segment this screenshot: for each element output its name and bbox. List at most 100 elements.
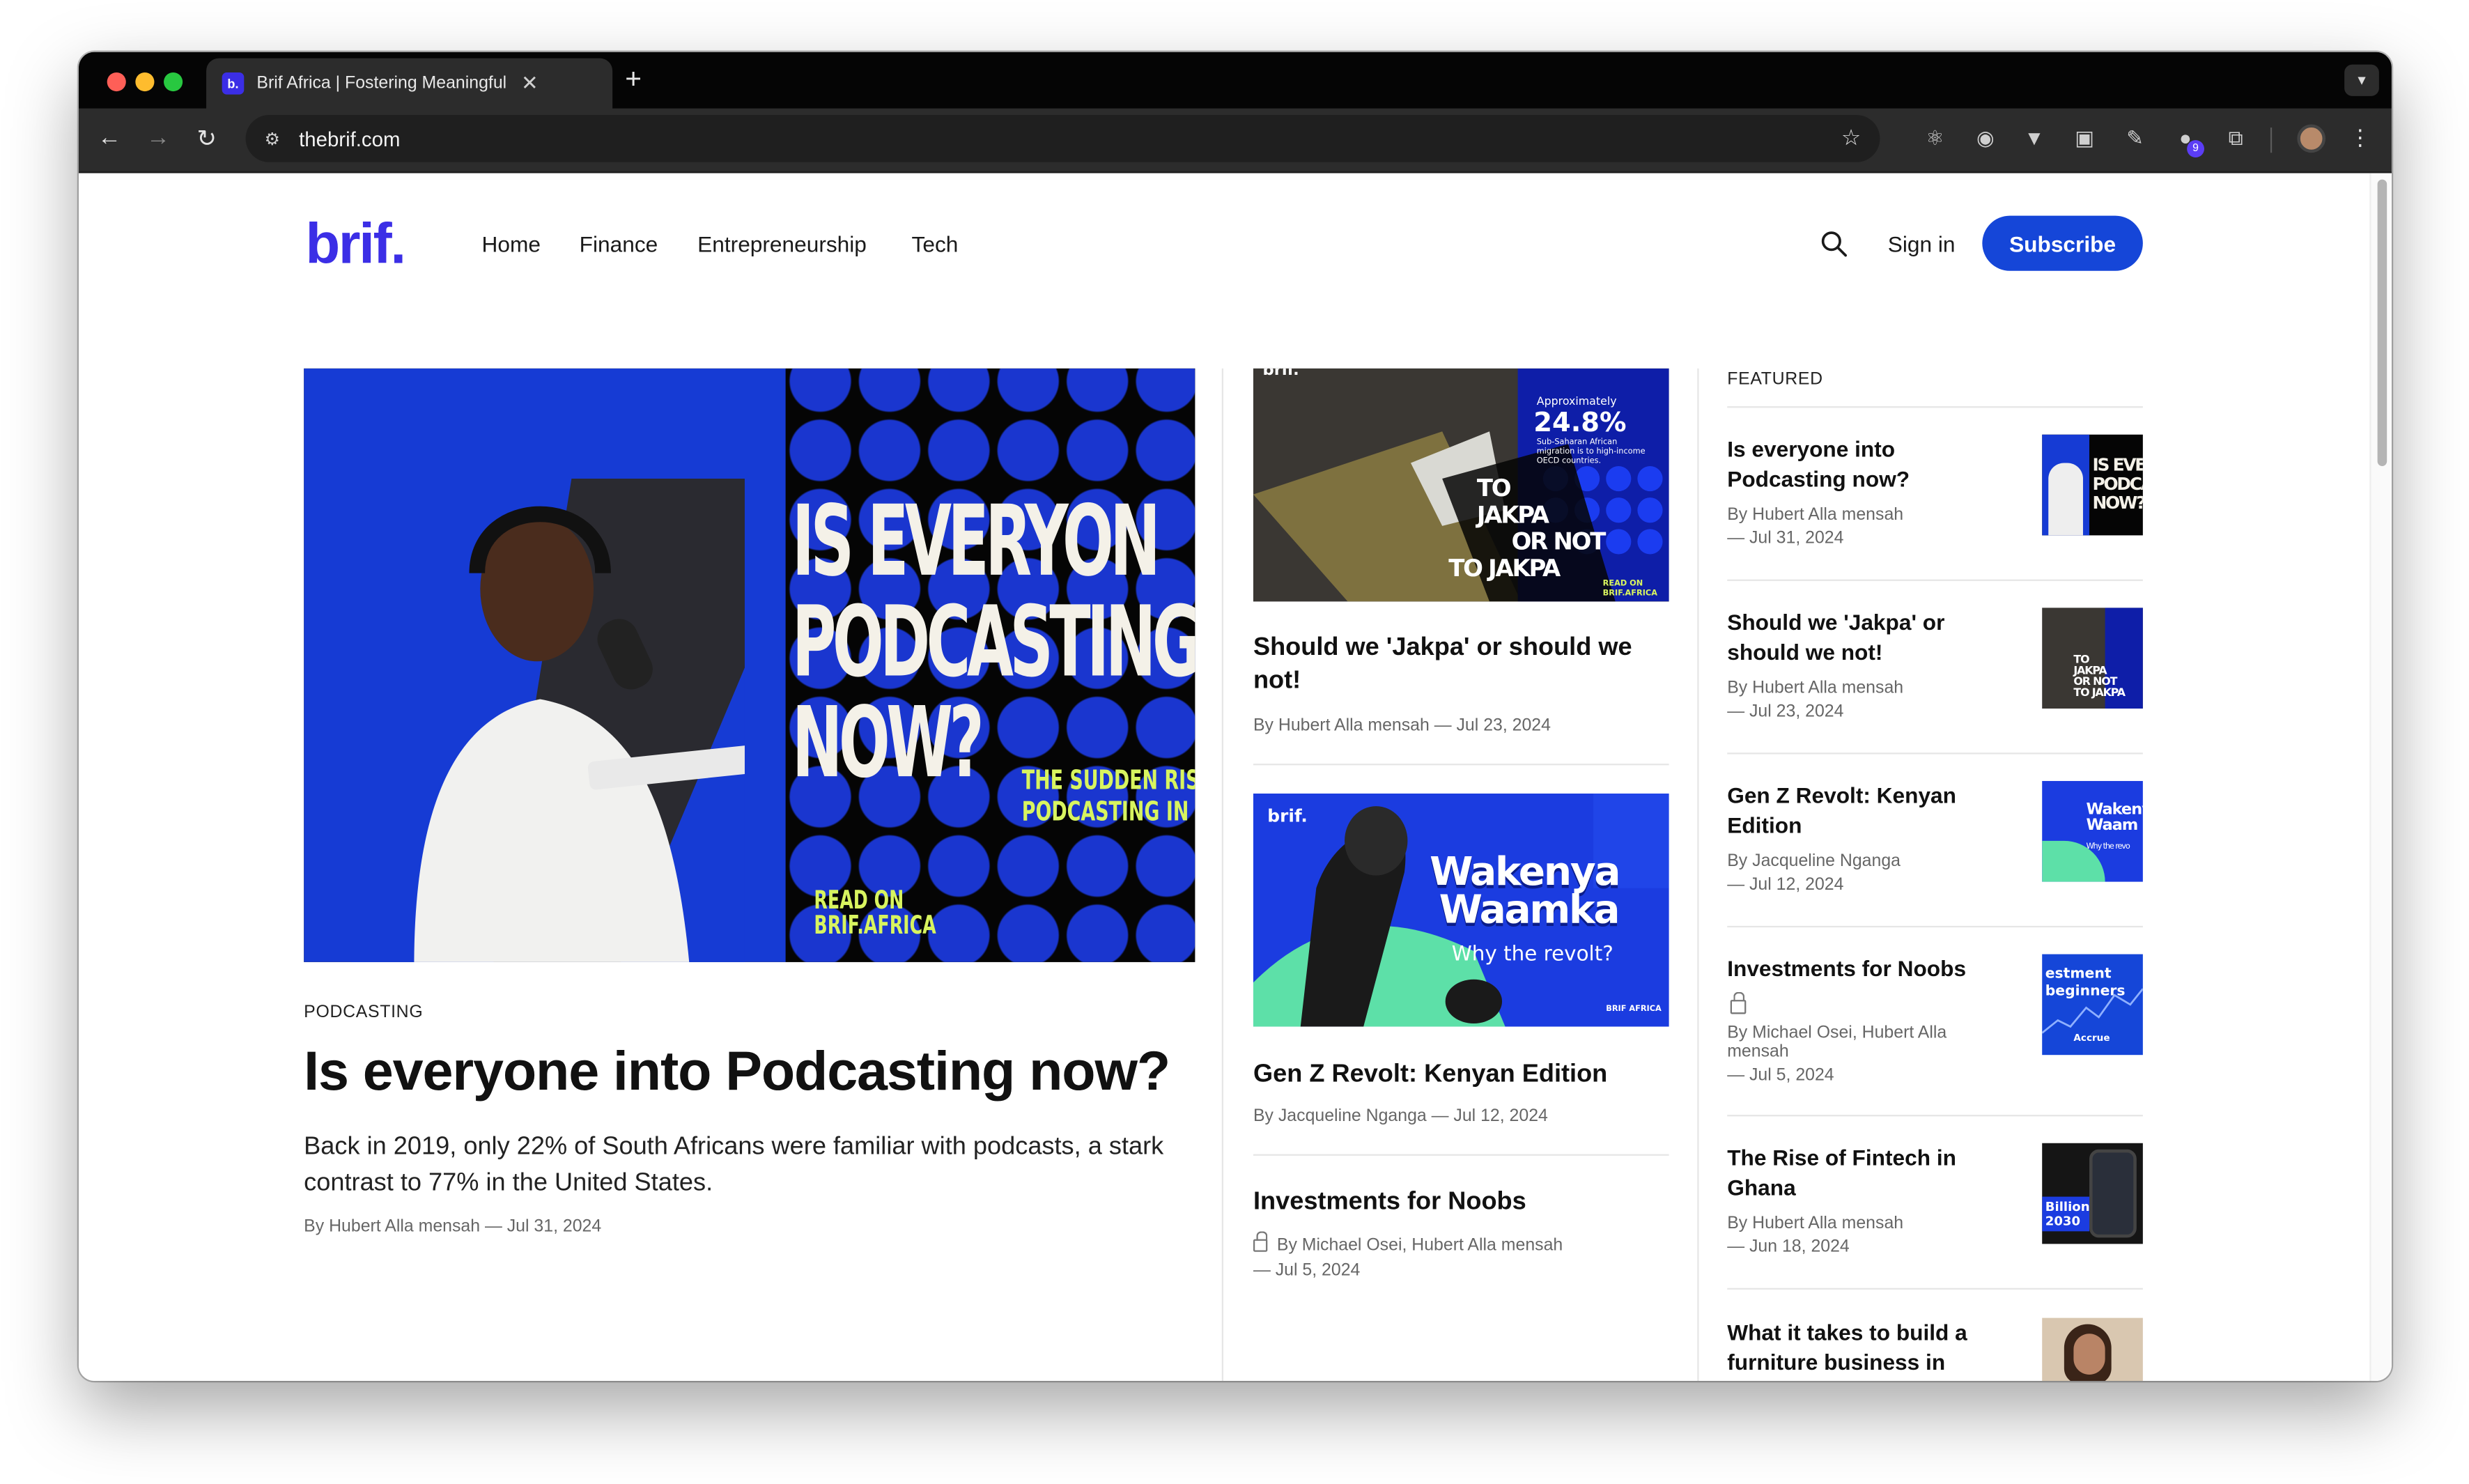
favicon-icon: b. [222,72,245,95]
thumb-line: NOW? [2092,493,2143,513]
thumb-line: beginners [2045,984,2126,1000]
featured-divider [1727,579,2143,581]
thumb-line: Wakeny [2086,801,2143,819]
card-image-approx: Approximately [1536,395,1617,408]
nav-tech[interactable]: Tech [912,231,959,256]
featured-divider [1727,752,2143,755]
hero-graphic-panel: IS EVERYON PODCASTING NOW? THE SUDDEN RI… [785,368,1195,962]
thumb-headline: Wakeny Waam Why the revo [2086,801,2143,856]
hero-image-headline-line: PODCASTING [791,584,1195,700]
thumb-headline: IS EVER PODCAS NOW? [2093,456,2143,513]
featured-divider [1727,1115,2143,1117]
lock-icon [1730,991,1747,1014]
featured-title[interactable]: Should we 'Jakpa' or should we not! [1727,608,2011,667]
card-title-genz[interactable]: Gen Z Revolt: Kenyan Edition [1253,1058,1672,1091]
reload-icon[interactable]: ↻ [197,125,217,153]
sign-in-link[interactable]: Sign in [1888,231,1956,256]
profile-avatar[interactable] [2297,124,2326,153]
card-meta-jakpa: By Hubert Alla mensah — Jul 23, 2024 [1253,716,1551,736]
featured-thumbnail[interactable]: Billion 2030 [2042,1143,2143,1244]
featured-thumbnail[interactable]: estment beginners Accrue [2042,954,2143,1056]
featured-title[interactable]: What it takes to build a furniture busin… [1727,1318,2011,1378]
scrollbar-thumb[interactable] [2377,179,2387,466]
card-title-jakpa[interactable]: Should we 'Jakpa' or should we not! [1253,631,1672,697]
thumb-person [2048,463,2083,536]
thumb-line: Why the revo [2086,842,2130,852]
page-viewport: brif. Home Finance Entrepreneurship Tech… [79,173,2392,1382]
address-bar[interactable]: ⚙ thebrif.com ☆ [245,114,1880,162]
featured-date: — Jul 31, 2024 [1727,529,1844,548]
maximize-window-button[interactable] [164,72,183,92]
close-tab-icon[interactable]: ✕ [521,71,539,96]
screenshot-stage: b. Brif Africa | Fostering Meaningful ✕ … [0,0,2469,1480]
close-window-button[interactable] [107,72,126,92]
featured-title[interactable]: Gen Z Revolt: Kenyan Edition [1727,781,2011,841]
nav-finance[interactable]: Finance [580,231,658,256]
tab-title: Brif Africa | Fostering Meaningful [256,74,506,93]
tab-bar: b. Brif Africa | Fostering Meaningful ✕ … [79,52,2392,109]
card-image-genz[interactable]: brif. Wakenya Waamka Why the revolt? BRI… [1253,794,1669,1027]
search-icon[interactable] [1820,230,1849,258]
card-divider [1253,1154,1669,1156]
badge-extension-icon[interactable]: ● 9 [2173,126,2204,157]
thumb-person-face [2073,1334,2105,1375]
featured-meta: By Hubert Alla mensah — Jul 23, 2024 [1727,677,1995,725]
minimize-window-button[interactable] [135,72,155,92]
site-info-icon[interactable]: ⚙ [265,128,280,148]
extension-icon[interactable]: ◉ [1973,126,1998,151]
featured-meta: By Hubert Alla mensah — Jun 18, 2024 [1727,1212,1995,1260]
page-scrollbar[interactable] [2369,173,2392,1382]
back-arrow-icon[interactable]: ← [98,125,121,151]
card-image-headline-line: OR NOT [1511,527,1607,556]
featured-thumbnail[interactable]: IS EVER PODCAS NOW? [2042,434,2143,536]
featured-date: — Jul 5, 2024 [1727,1066,1834,1085]
featured-title[interactable]: The Rise of Fintech in Ghana [1727,1143,2011,1203]
column-divider [1221,368,1224,1382]
featured-date: — Jul 12, 2024 [1727,875,1844,895]
tab-search-chevron-icon[interactable]: ▾ [2344,64,2379,96]
card-image-stat: 24.8% [1533,408,1627,440]
thumb-headline: TO JAKPA OR NOT TO JAKPA [2073,654,2126,700]
card-image-headline: TO JAKPA OR NOT TO JAKPA [1448,474,1607,583]
featured-heading: FEATURED [1727,370,1823,389]
card-image-jakpa[interactable]: brif. Approximately 24.8% Sub-Saharan Af… [1253,368,1669,602]
hero-category-tag[interactable]: PODCASTING [304,1003,423,1022]
card-image-brand: brif. [1267,806,1308,827]
extensions-puzzle-icon[interactable]: ⧉ [2223,126,2248,151]
new-tab-icon[interactable]: + [625,63,642,95]
featured-thumbnail[interactable] [2042,1317,2143,1382]
window-extension-icon[interactable]: ▣ [2072,126,2097,151]
extension-badge: 9 [2187,140,2204,157]
featured-title[interactable]: Is everyone into Podcasting now? [1727,435,2011,495]
thumb-line: TO JAKPA [2073,686,2126,700]
card-title-investments[interactable]: Investments for Noobs [1253,1186,1672,1219]
bookmark-star-icon[interactable]: ☆ [1841,125,1861,151]
hero-image-headline: IS EVERYON PODCASTING NOW? [791,490,1195,794]
browser-tab-active[interactable]: b. Brif Africa | Fostering Meaningful ✕ [206,58,613,109]
react-devtools-icon[interactable]: ⚛ [1922,126,1947,151]
featured-divider [1727,1288,2143,1290]
subscribe-button[interactable]: Subscribe [1982,215,2143,271]
forward-arrow-icon[interactable]: → [146,125,170,151]
featured-title[interactable]: Investments for Noobs [1727,954,2011,984]
card-image-brand: brif. [1262,368,1299,380]
browser-menu-icon[interactable]: ⋮ [2349,125,2371,151]
lock-icon [1253,1231,1268,1252]
hero-image[interactable]: IS EVERYON PODCASTING NOW? THE SUDDEN RI… [304,368,1195,962]
site-logo[interactable]: brif. [305,211,406,277]
featured-author: By Hubert Alla mensah [1727,1214,1904,1233]
featured-author: By Hubert Alla mensah [1727,679,1904,698]
featured-date: — Jun 18, 2024 [1727,1237,1850,1257]
card-image-headline: Wakenya Waamka [1430,852,1620,929]
hero-title[interactable]: Is everyone into Podcasting now? [304,1041,1217,1104]
nav-home[interactable]: Home [482,231,541,256]
nav-entrepreneurship[interactable]: Entrepreneurship [697,231,867,256]
url-text[interactable]: thebrif.com [299,127,400,150]
featured-thumbnail[interactable]: TO JAKPA OR NOT TO JAKPA [2042,608,2143,709]
card-image-footer: BRIF AFRICA [1606,1004,1662,1014]
color-picker-icon[interactable]: ✎ [2122,126,2147,151]
thumb-headline: Billion 2030 [2045,1200,2090,1228]
featured-thumbnail[interactable]: Wakeny Waam Why the revo [2042,780,2143,882]
vue-extension-icon[interactable]: ▼ [2022,126,2047,151]
card-image-headline-line: TO JAKPA [1448,554,1561,583]
